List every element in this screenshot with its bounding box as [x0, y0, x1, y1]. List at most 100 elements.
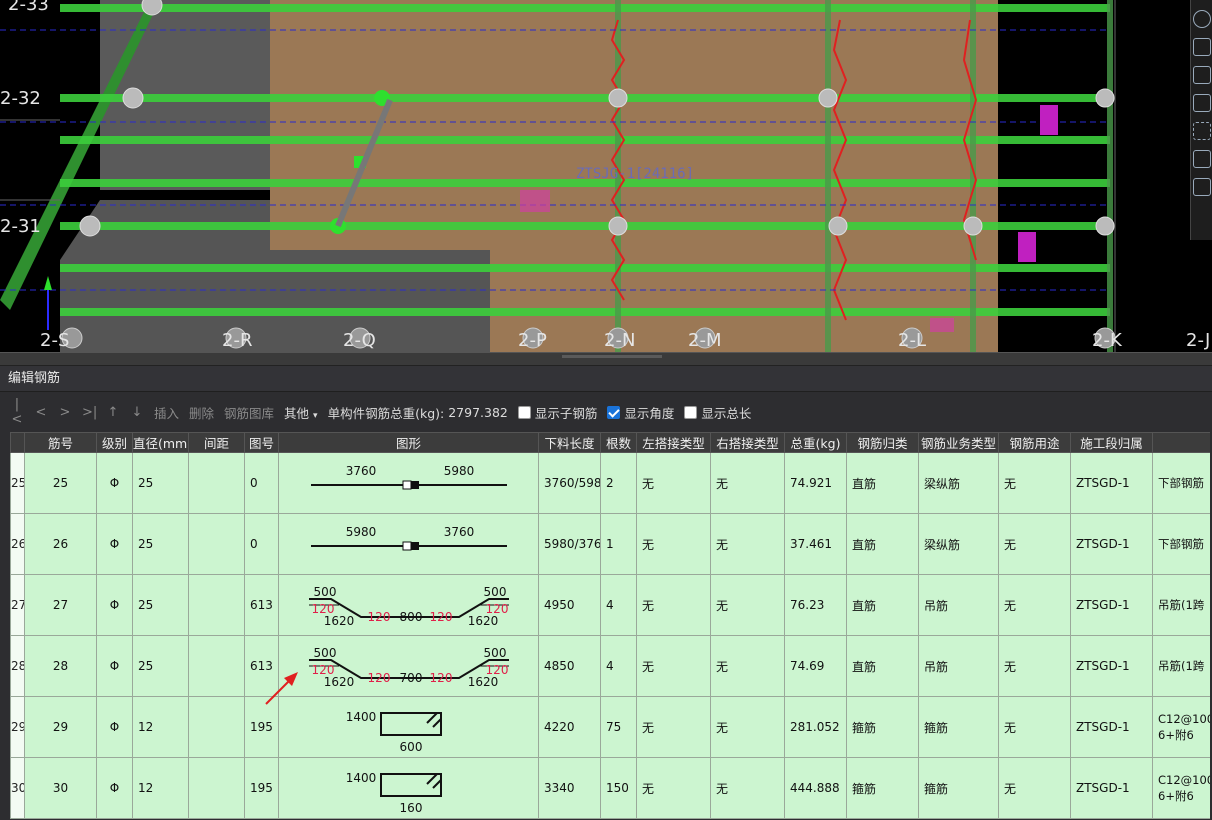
cell-spacing[interactable] — [188, 757, 245, 819]
cell-seg[interactable]: ZTSGD-1 — [1070, 757, 1153, 819]
cell-grade[interactable]: Φ — [96, 574, 133, 636]
cell-seg[interactable]: ZTSGD-1 — [1070, 635, 1153, 697]
cell-note[interactable]: C12@100 6+附6 — [1152, 757, 1210, 819]
cell-note[interactable]: C12@100 6+附6 — [1152, 696, 1210, 758]
cell-weight[interactable]: 37.461 — [784, 513, 847, 575]
view-box-icon[interactable] — [1193, 66, 1211, 84]
cell-weight[interactable]: 74.69 — [784, 635, 847, 697]
column-header[interactable]: 钢筋用途 — [998, 432, 1071, 453]
insert-button[interactable]: 插入 — [154, 403, 179, 422]
cad-viewport[interactable]: 2-33 2-32 2-31 2-S 2-R 2-Q 2-P 2-N 2-M 2… — [0, 0, 1212, 352]
cell-weight[interactable]: 444.888 — [784, 757, 847, 819]
cell-fig[interactable]: 195 — [244, 757, 279, 819]
cell-weight[interactable]: 76.23 — [784, 574, 847, 636]
cell-len[interactable]: 3760/5980 — [538, 452, 601, 514]
row-index[interactable]: 27 — [10, 574, 25, 636]
prev-record-button[interactable]: < — [34, 405, 48, 420]
cell-right[interactable]: 无 — [710, 757, 785, 819]
cell-count[interactable]: 150 — [600, 757, 637, 819]
cell-dia[interactable]: 25 — [132, 452, 189, 514]
cell-note[interactable]: 吊筋(1跨 — [1152, 574, 1210, 636]
column-header[interactable]: 图形 — [278, 432, 539, 453]
column-header[interactable]: 直径(mm) — [132, 432, 189, 453]
cell-len[interactable]: 3340 — [538, 757, 601, 819]
view-3d-icon[interactable] — [1193, 38, 1211, 56]
cell-right[interactable]: 无 — [710, 696, 785, 758]
cell-dia[interactable]: 12 — [132, 696, 189, 758]
cell-biz[interactable]: 箍筋 — [918, 696, 999, 758]
splitter-grip[interactable] — [562, 355, 662, 358]
cell-dia[interactable]: 25 — [132, 635, 189, 697]
cell-right[interactable]: 无 — [710, 574, 785, 636]
table-row[interactable]: 2828Φ25613500500120120162016201207001204… — [10, 635, 1210, 697]
cell-spacing[interactable] — [188, 574, 245, 636]
row-index[interactable]: 28 — [10, 635, 25, 697]
cell-seg[interactable]: ZTSGD-1 — [1070, 452, 1153, 514]
column-header[interactable]: 左搭接类型 — [636, 432, 711, 453]
cell-shape[interactable]: 5980 3760 — [278, 513, 539, 575]
cell-use[interactable]: 无 — [998, 696, 1071, 758]
column-header[interactable]: 钢筋业务类型 — [918, 432, 999, 453]
cell-grade[interactable]: Φ — [96, 635, 133, 697]
column-header[interactable] — [1152, 432, 1210, 453]
column-header[interactable]: 级别 — [96, 432, 133, 453]
row-index[interactable]: 30 — [10, 757, 25, 819]
move-up-button[interactable]: ↑ — [106, 405, 120, 420]
cell-count[interactable]: 2 — [600, 452, 637, 514]
cell-grade[interactable]: Φ — [96, 696, 133, 758]
view-cube-icon[interactable] — [1193, 150, 1211, 168]
cell-cat[interactable]: 直筋 — [846, 635, 919, 697]
cell-no[interactable]: 28 — [24, 635, 97, 697]
cell-spacing[interactable] — [188, 696, 245, 758]
cell-biz[interactable]: 箍筋 — [918, 757, 999, 819]
view-layer-icon[interactable] — [1193, 178, 1211, 196]
cell-spacing[interactable] — [188, 452, 245, 514]
cell-grade[interactable]: Φ — [96, 452, 133, 514]
table-row[interactable]: 2525Φ250376059803760/59802无无74.921直筋梁纵筋无… — [10, 452, 1210, 514]
cell-shape[interactable]: 3760 5980 — [278, 452, 539, 514]
column-header[interactable]: 施工段归属 — [1070, 432, 1153, 453]
first-record-button[interactable]: |< — [10, 397, 24, 427]
cell-seg[interactable]: ZTSGD-1 — [1070, 574, 1153, 636]
cell-seg[interactable]: ZTSGD-1 — [1070, 513, 1153, 575]
cell-cat[interactable]: 箍筋 — [846, 696, 919, 758]
cell-len[interactable]: 4850 — [538, 635, 601, 697]
cell-spacing[interactable] — [188, 635, 245, 697]
table-row[interactable]: 2626Φ250598037605980/37601无无37.461直筋梁纵筋无… — [10, 513, 1210, 575]
row-index[interactable]: 26 — [10, 513, 25, 575]
cell-use[interactable]: 无 — [998, 757, 1071, 819]
column-header[interactable]: 间距 — [188, 432, 245, 453]
cell-left[interactable]: 无 — [636, 452, 711, 514]
column-header[interactable]: 下料长度 — [538, 432, 601, 453]
cell-dia[interactable]: 25 — [132, 574, 189, 636]
view-circle-icon[interactable] — [1193, 10, 1211, 28]
column-header[interactable]: 筋号 — [24, 432, 97, 453]
view-select-icon[interactable] — [1193, 122, 1211, 140]
cell-no[interactable]: 27 — [24, 574, 97, 636]
cell-seg[interactable]: ZTSGD-1 — [1070, 696, 1153, 758]
cell-use[interactable]: 无 — [998, 513, 1071, 575]
cell-weight[interactable]: 74.921 — [784, 452, 847, 514]
cell-left[interactable]: 无 — [636, 696, 711, 758]
cell-count[interactable]: 1 — [600, 513, 637, 575]
column-header[interactable]: 总重(kg) — [784, 432, 847, 453]
cell-cat[interactable]: 直筋 — [846, 574, 919, 636]
cell-shape[interactable]: 500 500 120 120 1620 1620 120 700 120 — [278, 635, 539, 697]
cell-left[interactable]: 无 — [636, 757, 711, 819]
cell-left[interactable]: 无 — [636, 574, 711, 636]
cell-left[interactable]: 无 — [636, 635, 711, 697]
cell-no[interactable]: 30 — [24, 757, 97, 819]
cell-right[interactable]: 无 — [710, 635, 785, 697]
cell-note[interactable]: 下部钢筋 — [1152, 452, 1210, 514]
cell-shape[interactable]: 500 500 120 120 1620 1620 120 800 120 — [278, 574, 539, 636]
cell-spacing[interactable] — [188, 513, 245, 575]
cell-len[interactable]: 4950 — [538, 574, 601, 636]
cell-use[interactable]: 无 — [998, 452, 1071, 514]
cell-fig[interactable]: 0 — [244, 452, 279, 514]
cell-right[interactable]: 无 — [710, 452, 785, 514]
show-sub-rebar-checkbox[interactable]: 显示子钢筋 — [517, 403, 597, 422]
cell-dia[interactable]: 12 — [132, 757, 189, 819]
cell-cat[interactable]: 箍筋 — [846, 757, 919, 819]
cell-grade[interactable]: Φ — [96, 513, 133, 575]
cell-shape[interactable]: 1400 160 — [278, 757, 539, 819]
